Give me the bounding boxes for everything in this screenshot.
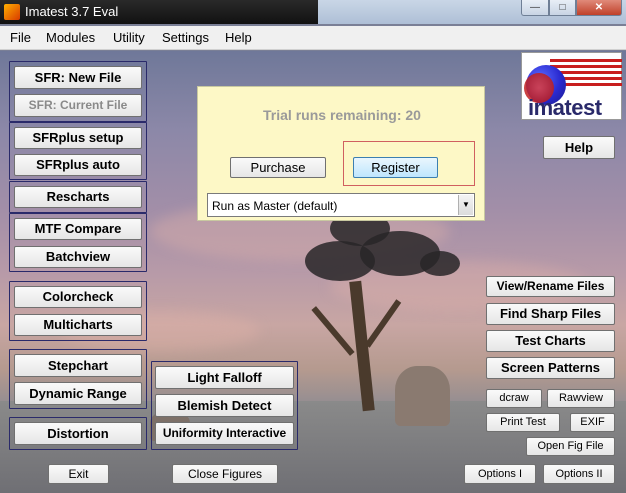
menu-modules[interactable]: Modules <box>46 30 95 45</box>
test-charts-button[interactable]: Test Charts <box>486 330 615 352</box>
logo-bar <box>550 59 622 62</box>
rescharts-button[interactable]: Rescharts <box>14 186 142 208</box>
rock <box>395 366 450 426</box>
open-fig-file-button[interactable]: Open Fig File <box>526 437 615 456</box>
menu-help[interactable]: Help <box>225 30 252 45</box>
screen-patterns-button[interactable]: Screen Patterns <box>486 357 615 379</box>
dropdown-arrow-icon[interactable]: ▼ <box>458 195 473 215</box>
close-button[interactable]: ✕ <box>576 0 622 16</box>
dcraw-button[interactable]: dcraw <box>486 389 542 408</box>
dynamic-range-button[interactable]: Dynamic Range <box>14 382 142 405</box>
run-mode-select[interactable]: Run as Master (default) ▼ <box>207 193 475 217</box>
multicharts-button[interactable]: Multicharts <box>14 314 142 336</box>
light-falloff-button[interactable]: Light Falloff <box>155 366 294 389</box>
logo-bar <box>550 65 622 68</box>
register-button[interactable]: Register <box>353 157 438 178</box>
print-test-button[interactable]: Print Test <box>486 413 560 432</box>
view-rename-files-button[interactable]: View/Rename Files <box>486 276 615 297</box>
menu-file[interactable]: File <box>10 30 31 45</box>
menu-bar: File Modules Utility Settings Help <box>0 26 626 50</box>
exif-button[interactable]: EXIF <box>570 413 615 432</box>
menu-utility[interactable]: Utility <box>113 30 145 45</box>
help-button[interactable]: Help <box>543 136 615 159</box>
imatest-logo: imatest <box>521 52 622 120</box>
sfrplus-auto-button[interactable]: SFRplus auto <box>14 154 142 176</box>
app-icon <box>4 4 20 20</box>
tree-branch <box>364 299 402 348</box>
sfrplus-setup-button[interactable]: SFRplus setup <box>14 127 142 149</box>
colorcheck-button[interactable]: Colorcheck <box>14 286 142 308</box>
tree-foliage <box>420 251 460 276</box>
purchase-button[interactable]: Purchase <box>230 157 326 178</box>
tree-branch <box>311 306 355 356</box>
distortion-button[interactable]: Distortion <box>14 422 142 445</box>
trial-message: Trial runs remaining: 20 <box>263 107 421 123</box>
logo-wordmark: imatest <box>528 95 602 120</box>
find-sharp-files-button[interactable]: Find Sharp Files <box>486 303 615 325</box>
stepchart-button[interactable]: Stepchart <box>14 354 142 377</box>
run-mode-value: Run as Master (default) <box>212 199 338 213</box>
sfr-new-file-button[interactable]: SFR: New File <box>14 66 142 89</box>
close-figures-button[interactable]: Close Figures <box>172 464 278 484</box>
exit-button[interactable]: Exit <box>48 464 109 484</box>
batchview-button[interactable]: Batchview <box>14 246 142 268</box>
options-2-button[interactable]: Options II <box>543 464 615 484</box>
title-bar: Imatest 3.7 Eval — □ ✕ <box>0 0 626 24</box>
sfr-current-file-button[interactable]: SFR: Current File <box>14 94 142 117</box>
maximize-button[interactable]: □ <box>549 0 576 16</box>
rawview-button[interactable]: Rawview <box>547 389 615 408</box>
window-title: Imatest 3.7 Eval <box>25 4 119 19</box>
options-1-button[interactable]: Options I <box>464 464 536 484</box>
mtf-compare-button[interactable]: MTF Compare <box>14 218 142 240</box>
uniformity-interactive-button[interactable]: Uniformity Interactive <box>155 422 294 445</box>
trial-panel: Trial runs remaining: 20 Purchase Regist… <box>197 86 485 221</box>
minimize-button[interactable]: — <box>521 0 549 16</box>
menu-settings[interactable]: Settings <box>162 30 209 45</box>
blemish-detect-button[interactable]: Blemish Detect <box>155 394 294 417</box>
